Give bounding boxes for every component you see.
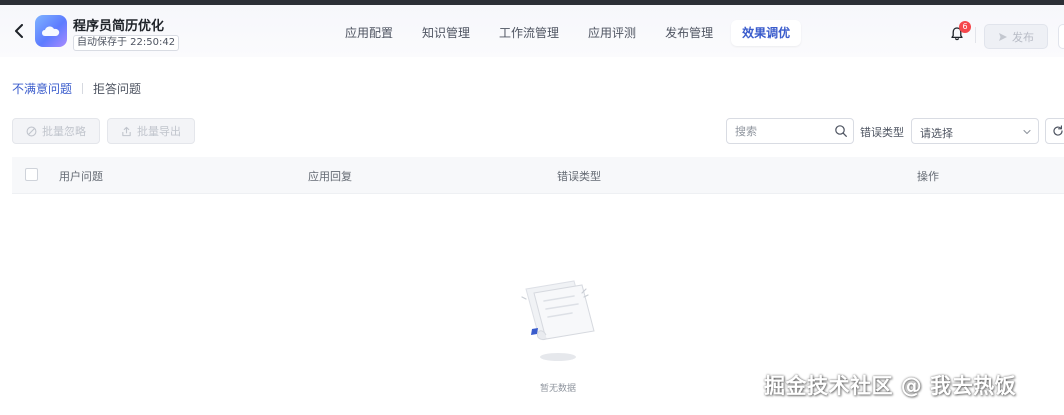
- publish-label: 发布: [1012, 30, 1034, 44]
- notification-badge: 6: [959, 21, 971, 33]
- more-button[interactable]: [1058, 24, 1064, 49]
- watermark-text: 掘金技术社区 @ 我去热饭: [764, 374, 1017, 398]
- app-name: 程序员简历优化: [73, 19, 165, 34]
- bulk-export-button[interactable]: 批量导出: [107, 118, 195, 144]
- error-type-label: 错误类型: [860, 126, 904, 139]
- bulk-export-label: 批量导出: [137, 125, 181, 138]
- subtab-refused[interactable]: 拒答问题: [93, 80, 141, 97]
- table-header: 用户问题 应用回复 错误类型 操作: [12, 157, 1064, 194]
- error-type-select[interactable]: 请选择: [911, 118, 1039, 144]
- app-logo: [35, 15, 67, 47]
- chevron-left-icon: [15, 24, 23, 38]
- bulk-ignore-button[interactable]: 批量忽略: [12, 118, 100, 144]
- empty-state-illustration: [521, 280, 595, 361]
- tab-knowledge[interactable]: 知识管理: [411, 20, 481, 46]
- app-header: 程序员简历优化 自动保存于 22:50:42 应用配置 知识管理 工作流管理 应…: [0, 5, 1064, 57]
- chevron-down-icon: [1023, 129, 1031, 135]
- subtab-unsatisfied[interactable]: 不满意问题: [12, 80, 72, 97]
- send-icon: [999, 32, 1007, 41]
- error-type-select-value: 请选择: [920, 127, 953, 140]
- tab-app-config[interactable]: 应用配置: [334, 20, 404, 46]
- column-header-error-type: 错误类型: [557, 170, 601, 183]
- column-header-actions: 操作: [917, 170, 939, 183]
- bulk-ignore-label: 批量忽略: [42, 125, 86, 138]
- column-header-user-question: 用户问题: [59, 170, 103, 183]
- subtab-divider: [82, 82, 84, 94]
- tab-evaluation[interactable]: 应用评测: [577, 20, 647, 46]
- back-button[interactable]: [10, 21, 28, 41]
- refresh-icon: [1053, 125, 1063, 136]
- select-all-checkbox[interactable]: [25, 168, 38, 181]
- main-nav: 应用配置 知识管理 工作流管理 应用评测 发布管理 效果调优: [334, 20, 808, 46]
- column-header-app-reply: 应用回复: [308, 170, 352, 183]
- publish-button[interactable]: 发布: [984, 24, 1048, 49]
- refresh-button[interactable]: [1045, 118, 1064, 144]
- search-icon[interactable]: [834, 124, 848, 138]
- header-divider: [975, 27, 976, 43]
- tab-workflow[interactable]: 工作流管理: [488, 20, 570, 46]
- question-type-tabs: 不满意问题 拒答问题: [12, 80, 141, 96]
- ban-icon: [26, 126, 37, 136]
- search-input[interactable]: [727, 119, 835, 143]
- search-box: [726, 118, 854, 144]
- tab-publish-management[interactable]: 发布管理: [654, 20, 724, 46]
- export-icon: [122, 126, 131, 136]
- tab-tuning[interactable]: 效果调优: [731, 20, 802, 46]
- autosave-status: 自动保存于 22:50:42: [73, 35, 180, 51]
